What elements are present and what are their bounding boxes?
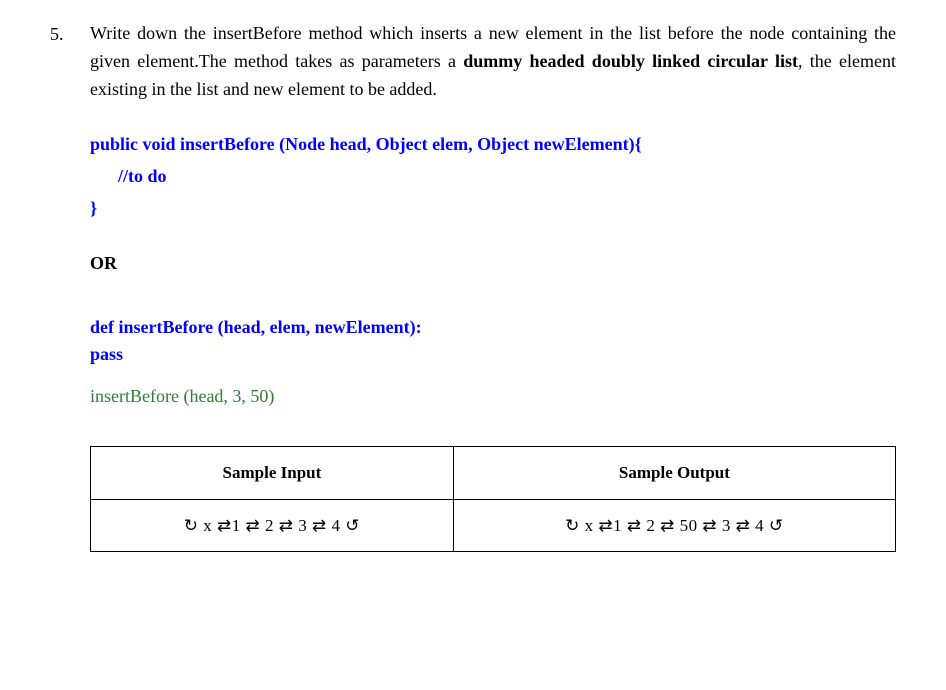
java-close-brace: } xyxy=(90,192,896,224)
python-def-line: def insertBefore (head, elem, newElement… xyxy=(90,314,896,341)
table-header-output: Sample Output xyxy=(453,447,895,499)
table-header-input: Sample Input xyxy=(91,447,454,499)
sample-table: Sample Input Sample Output ↻ x ⇄1 ⇄ 2 ⇄ … xyxy=(90,446,896,551)
java-comment: //to do xyxy=(90,160,896,192)
table-row: ↻ x ⇄1 ⇄ 2 ⇄ 3 ⇄ 4 ↺ ↻ x ⇄1 ⇄ 2 ⇄ 50 ⇄ 3… xyxy=(91,499,896,551)
java-code-block: public void insertBefore (Node head, Obj… xyxy=(90,128,896,225)
sample-input-cell: ↻ x ⇄1 ⇄ 2 ⇄ 3 ⇄ 4 ↺ xyxy=(91,499,454,551)
function-call-example: insertBefore (head, 3, 50) xyxy=(90,382,896,411)
question-number: 5. xyxy=(50,20,76,552)
python-code-block: def insertBefore (head, elem, newElement… xyxy=(90,314,896,368)
python-pass-line: pass xyxy=(90,341,896,368)
question-item: 5. Write down the insertBefore method wh… xyxy=(50,20,896,552)
problem-statement: Write down the insertBefore method which… xyxy=(90,20,896,104)
sample-output-cell: ↻ x ⇄1 ⇄ 2 ⇄ 50 ⇄ 3 ⇄ 4 ↺ xyxy=(453,499,895,551)
java-signature: public void insertBefore (Node head, Obj… xyxy=(90,128,896,160)
problem-bold-phrase: dummy headed doubly linked circular list xyxy=(463,51,798,71)
question-body: Write down the insertBefore method which… xyxy=(90,20,896,552)
or-label: OR xyxy=(90,249,896,278)
